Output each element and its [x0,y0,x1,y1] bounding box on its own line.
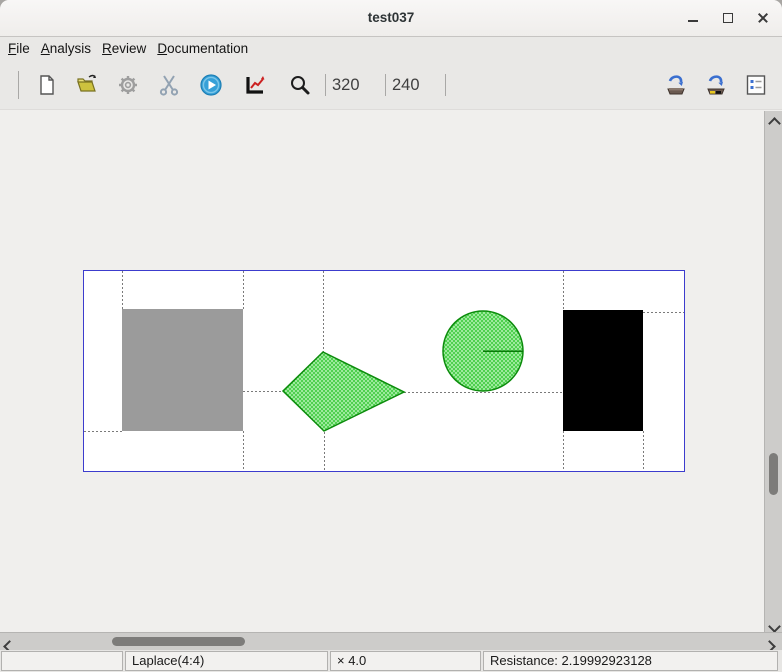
export-run-icon[interactable] [664,73,688,97]
app-window: test037 File Analysis Review Documentati… [0,0,782,672]
window-controls [686,0,770,36]
h-scroll-thumb[interactable] [112,637,245,646]
minimize-icon [688,20,698,22]
scroll-down-button[interactable] [768,618,781,633]
menu-analysis[interactable]: Analysis [41,41,91,56]
menu-documentation[interactable]: Documentation [157,41,248,56]
toolbar-separator [325,74,326,96]
minimize-button[interactable] [686,11,700,25]
workspace [0,111,782,633]
titlebar: test037 [0,0,782,37]
status-cell-laplace: Laplace(4:4) [125,651,328,671]
menubar: File Analysis Review Documentation [0,37,782,60]
export-run-striped-icon[interactable] [704,73,728,97]
toolbar [0,60,782,110]
menu-review[interactable]: Review [102,41,146,56]
v-scroll-thumb[interactable] [769,453,778,495]
maximize-icon [723,13,733,23]
run-play-icon[interactable] [199,73,223,97]
green-kite [281,351,406,432]
canvas-width-field[interactable] [332,73,380,97]
status-cell-resistance: Resistance: 2.19992923128 [483,651,778,671]
canvas-height-field[interactable] [392,73,440,97]
drawing-canvas[interactable] [83,270,685,472]
report-list-icon[interactable] [744,73,768,97]
close-button[interactable] [756,11,770,25]
scroll-left-button[interactable] [3,638,16,653]
toolbar-separator [18,71,19,99]
toolbar-separator [385,74,386,96]
zoom-magnifier-icon[interactable] [288,73,312,97]
status-cell-empty [1,651,123,671]
open-file-icon[interactable] [75,73,99,97]
cut-scissors-icon[interactable] [157,73,181,97]
scroll-up-button[interactable] [768,115,781,130]
black-rectangle [563,310,643,431]
gray-square [122,309,243,431]
vertical-scrollbar[interactable] [764,111,782,633]
toolbar-separator [445,74,446,96]
statusbar: Laplace(4:4) × 4.0 Resistance: 2.1999292… [0,650,782,672]
settings-gear-icon[interactable] [116,73,140,97]
plot-chart-icon[interactable] [243,73,267,97]
scroll-right-button[interactable] [763,638,776,653]
horizontal-scrollbar[interactable] [0,632,782,653]
menu-file[interactable]: File [8,41,30,56]
canvas-svg [84,271,684,471]
new-document-icon[interactable] [35,73,59,97]
window-title: test037 [367,10,415,25]
maximize-button[interactable] [721,11,735,25]
chevron-down-icon [768,620,781,633]
status-cell-zoom: × 4.0 [330,651,481,671]
chevron-up-icon [768,117,781,130]
